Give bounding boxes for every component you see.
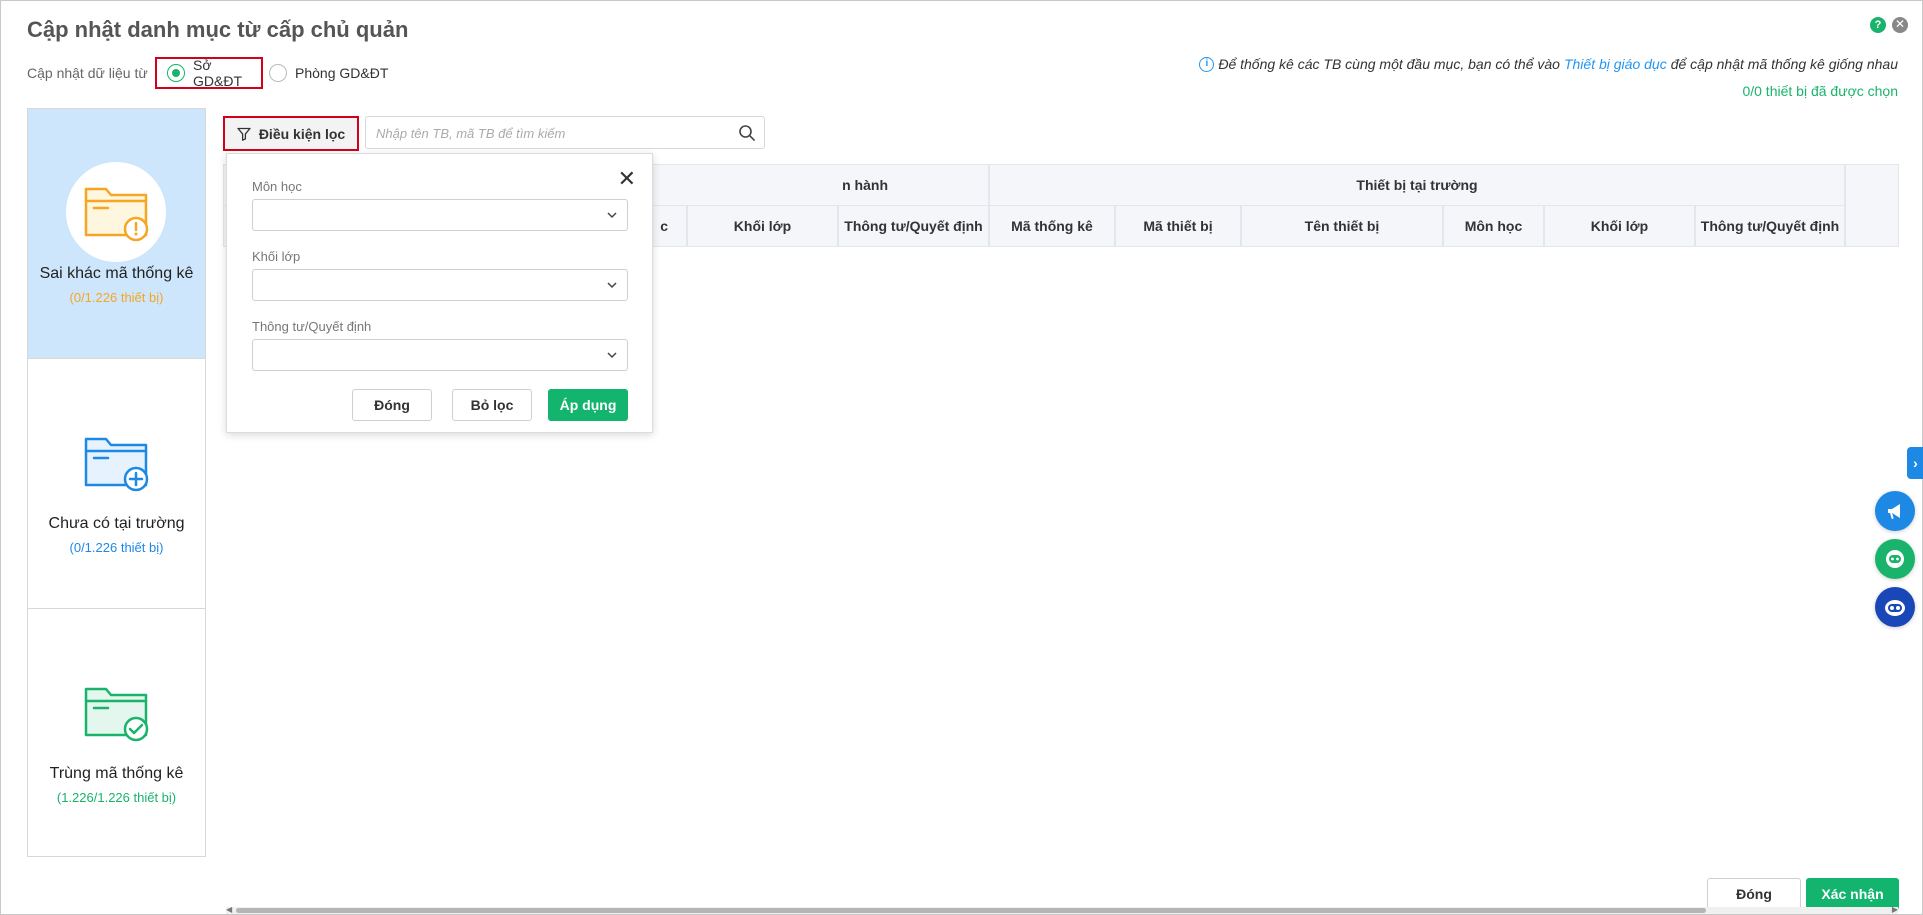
field-label-subject: Môn học — [252, 179, 302, 194]
scroll-right-icon[interactable]: ▶ — [1892, 905, 1898, 914]
category-duplicate-code[interactable]: Trùng mã thống kê (1.226/1.226 thiết bị) — [28, 609, 205, 859]
radio-so-gddt[interactable]: Sở GD&ĐT — [155, 57, 263, 89]
source-label: Cập nhật dữ liệu từ — [27, 65, 148, 81]
folder-add-icon — [66, 412, 166, 512]
column-header: Khối lớp — [1544, 205, 1695, 247]
column-header: Khối lớp — [687, 205, 838, 247]
radio-label: Sở GD&ĐT — [193, 57, 242, 89]
confirm-button[interactable]: Xác nhận — [1806, 878, 1899, 910]
radio-label: Phòng GD&ĐT — [295, 65, 389, 81]
search-input[interactable] — [376, 124, 726, 142]
bot-assistant-icon[interactable] — [1875, 587, 1915, 627]
category-mismatch-code[interactable]: Sai khác mã thống kê (0/1.226 thiết bị) — [28, 109, 205, 359]
announcement-icon[interactable] — [1875, 491, 1915, 531]
filter-conditions-button[interactable]: Điều kiện lọc — [223, 116, 359, 151]
radio-phong-gddt[interactable]: Phòng GD&ĐT — [267, 57, 388, 89]
search-box — [365, 116, 765, 149]
category-count: (0/1.226 thiết bị) — [69, 540, 164, 555]
chevron-down-icon — [607, 212, 617, 219]
info-text-prefix: Để thống kê các TB cùng một đầu mục, bạn… — [1218, 56, 1560, 72]
chevron-down-icon — [607, 352, 617, 359]
close-icon[interactable]: ✕ — [1892, 17, 1908, 33]
group-header-school: Thiết bị tại trường — [989, 164, 1845, 206]
field-label-grade: Khối lớp — [252, 249, 301, 264]
category-count: (1.226/1.226 thiết bị) — [56, 790, 177, 805]
horizontal-scrollbar[interactable]: ◀ ▶ — [226, 905, 1898, 914]
folder-warning-icon — [66, 162, 166, 262]
column-header: Tên thiết bị — [1241, 205, 1443, 247]
update-catalog-dialog: Cập nhật danh mục từ cấp chủ quản ? ✕ Cậ… — [0, 0, 1923, 915]
column-header: Mã thiết bị — [1115, 205, 1241, 247]
dialog-close-button[interactable]: Đóng — [1707, 878, 1801, 910]
side-panel-toggle[interactable]: › — [1907, 447, 1923, 479]
info-notice: i Để thống kê các TB cùng một đầu mục, b… — [1199, 56, 1898, 72]
category-title: Chưa có tại trường — [48, 515, 185, 532]
scroll-left-icon[interactable]: ◀ — [226, 905, 232, 914]
filter-popover: ✕ Môn học Khối lớp Thông tư/Quyết định Đ… — [226, 153, 653, 433]
close-icon[interactable]: ✕ — [618, 168, 636, 190]
column-header: Môn học — [1443, 205, 1544, 247]
dialog-title: Cập nhật danh mục từ cấp chủ quản — [27, 17, 409, 42]
category-title: Sai khác mã thống kê — [39, 265, 194, 282]
circular-select[interactable] — [252, 339, 628, 371]
column-header: Thông tư/Quyết định — [1695, 205, 1845, 247]
action-column-header — [1845, 164, 1899, 247]
column-header: Thông tư/Quyết định — [838, 205, 989, 247]
radio-button-checked[interactable] — [167, 64, 185, 82]
apply-filter-button[interactable]: Áp dụng — [548, 389, 628, 421]
radio-button[interactable] — [269, 64, 287, 82]
scrollbar-thumb[interactable] — [236, 908, 1706, 913]
equipment-link[interactable]: Thiết bị giáo dục — [1564, 56, 1667, 72]
info-text-suffix: để cập nhật mã thống kê giống nhau — [1670, 56, 1898, 72]
selected-count: 0/0 thiết bị đã được chọn — [1742, 83, 1898, 99]
category-not-in-school[interactable]: Chưa có tại trường (0/1.226 thiết bị) — [28, 359, 205, 609]
category-panel: Sai khác mã thống kê (0/1.226 thiết bị) … — [27, 108, 206, 857]
subject-select[interactable] — [252, 199, 628, 231]
field-label-circular: Thông tư/Quyết định — [252, 319, 372, 334]
clear-filter-button[interactable]: Bỏ lọc — [452, 389, 532, 421]
grade-select[interactable] — [252, 269, 628, 301]
category-title: Trùng mã thống kê — [49, 765, 184, 782]
folder-check-icon — [66, 662, 166, 762]
chat-icon[interactable] — [1875, 539, 1915, 579]
popover-close-button[interactable]: Đóng — [352, 389, 432, 421]
help-icon[interactable]: ? — [1870, 17, 1886, 33]
filter-icon — [237, 127, 251, 141]
category-count: (0/1.226 thiết bị) — [69, 290, 164, 305]
info-icon: i — [1199, 56, 1215, 72]
filter-label: Điều kiện lọc — [258, 125, 346, 142]
chevron-down-icon — [607, 282, 617, 289]
search-icon[interactable] — [738, 124, 756, 142]
column-header: Mã thống kê — [989, 205, 1115, 247]
